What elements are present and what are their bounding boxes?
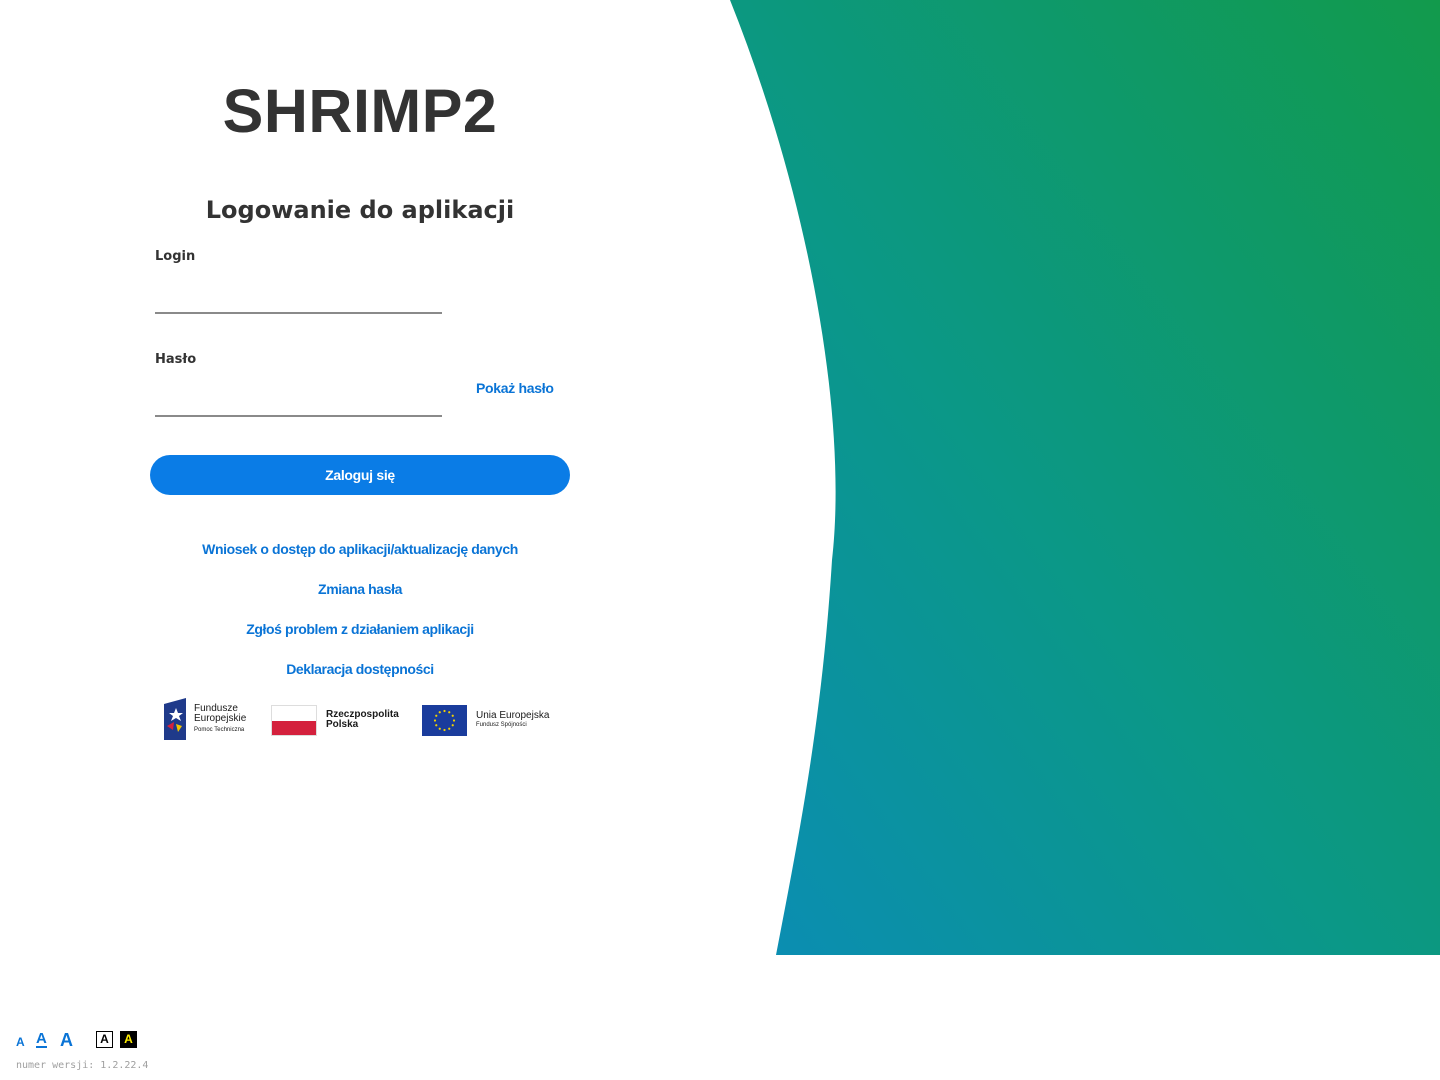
ue-line2: Fundusz Spójności [476, 722, 527, 728]
contrast-high-button[interactable]: A [120, 1031, 137, 1048]
accessibility-statement-link[interactable]: Deklaracja dostępności [150, 661, 570, 677]
font-size-large-button[interactable]: A [60, 1030, 73, 1051]
fe-emblem-icon [164, 698, 186, 740]
login-heading: Logowanie do aplikacji [205, 196, 515, 224]
font-size-small-button[interactable]: A [16, 1035, 25, 1049]
fe-line3: Pomoc Techniczna [194, 727, 245, 733]
login-page: SHRIMP2 Logowanie do aplikacji Login Has… [0, 0, 1440, 1080]
access-request-link[interactable]: Wniosek o dostęp do aplikacji/aktualizac… [150, 541, 570, 557]
font-size-medium-button[interactable]: A [36, 1031, 47, 1048]
login-button[interactable]: Zaloguj się [150, 455, 570, 495]
funding-logos: Fundusze Europejskie Pomoc Techniczna Rz… [150, 695, 570, 745]
password-label: Hasło [155, 352, 197, 367]
accessibility-toolbar: A A A A A [14, 1028, 154, 1054]
fundusze-europejskie-logo: Fundusze Europejskie Pomoc Techniczna [164, 698, 259, 740]
login-input[interactable] [155, 284, 442, 314]
change-password-link[interactable]: Zmiana hasła [150, 581, 570, 597]
fe-line2: Europejskie [194, 713, 247, 724]
rp-line2: Polska [326, 719, 359, 730]
unia-europejska-logo: Unia Europejska Fundusz Spójności [422, 705, 562, 736]
contrast-normal-button[interactable]: A [96, 1031, 113, 1048]
ue-line1: Unia Europejska [476, 710, 550, 721]
show-password-link[interactable]: Pokaż hasło [476, 380, 554, 396]
report-problem-link[interactable]: Zgłoś problem z działaniem aplikacji [150, 621, 570, 637]
password-input[interactable] [155, 387, 442, 417]
version-number: numer wersji: 1.2.22.4 [16, 1060, 149, 1071]
rzeczpospolita-polska-logo: Rzeczpospolita Polska [271, 705, 406, 736]
polish-flag-icon [271, 705, 317, 736]
app-title: SHRIMP2 [222, 77, 498, 145]
eu-flag-icon [422, 705, 467, 736]
login-label: Login [155, 249, 196, 264]
